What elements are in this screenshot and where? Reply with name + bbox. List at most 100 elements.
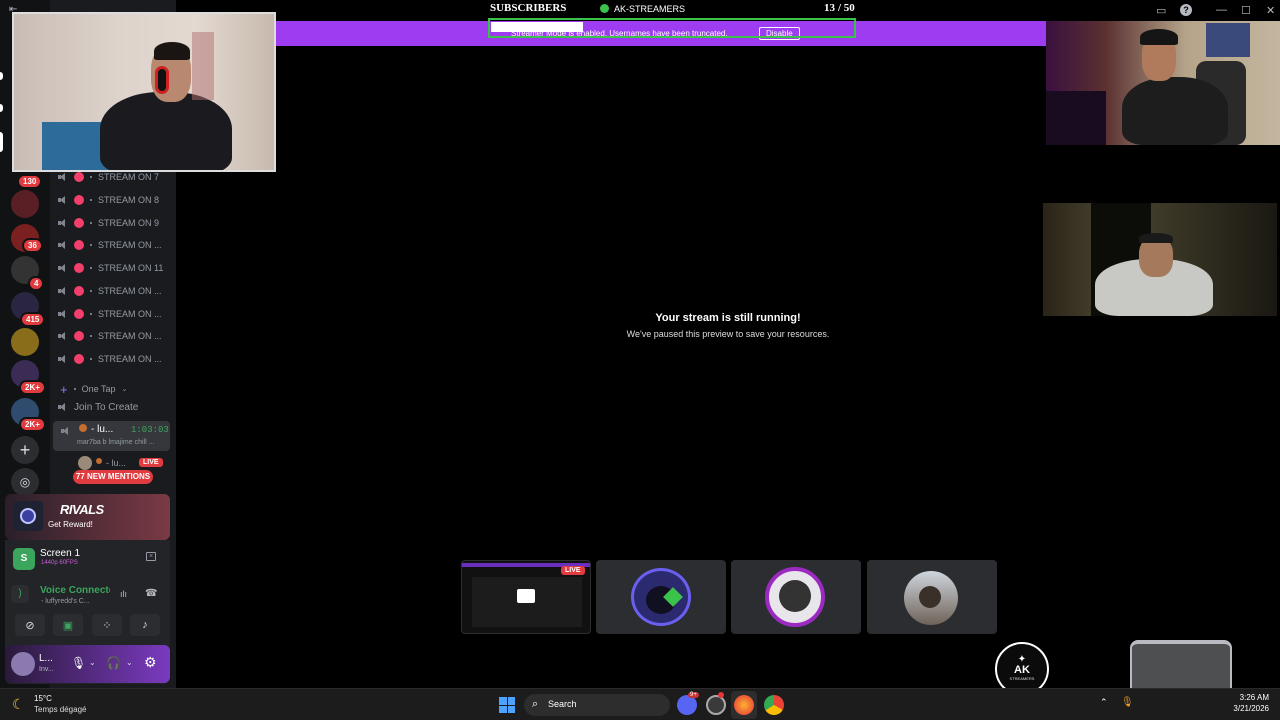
person-head — [1139, 237, 1173, 277]
live-dot-icon — [74, 286, 84, 296]
soundboard-button[interactable]: ♪ — [130, 614, 160, 636]
start-tile — [507, 705, 515, 713]
chevron-down-icon[interactable]: ⌄ — [126, 658, 133, 667]
app-icon[interactable] — [706, 695, 726, 715]
speaker-icon — [58, 240, 68, 250]
promo-card[interactable]: RIVALS Get Reward! — [5, 494, 170, 540]
channel-label: STREAM ON ... — [98, 240, 162, 250]
search-label: Search — [548, 699, 577, 709]
category-label: One Tap — [81, 384, 116, 394]
live-dot-icon — [74, 354, 84, 364]
voice-channel[interactable]: STREAM ON ... — [58, 305, 162, 323]
server-badge: 2K+ — [19, 417, 46, 432]
speaker-icon — [58, 172, 68, 182]
voice-channel-name[interactable]: - luffyredd's C... — [41, 598, 90, 605]
channel-name: AK-STREAMERS — [614, 4, 686, 14]
active-voice-channel[interactable]: - lu... 1:03:03 mar7ba b lmajime chill .… — [53, 421, 170, 451]
webcam-feed-streamer — [12, 12, 276, 172]
speaker-icon — [58, 263, 68, 273]
get-reward-link[interactable]: Get Reward! — [48, 520, 93, 529]
start-tile — [499, 705, 507, 713]
maximize-icon[interactable]: ☐ — [1241, 4, 1251, 17]
voice-channel-join[interactable]: Join To Create — [58, 398, 138, 416]
close-icon[interactable]: ✕ — [1266, 4, 1275, 17]
windows-start-icon[interactable] — [499, 697, 515, 713]
person-body — [100, 92, 232, 170]
speaker-icon — [58, 195, 68, 205]
discord-badge: 9+ — [688, 692, 699, 698]
discover-icon[interactable]: ◎ — [11, 468, 39, 496]
server-icon[interactable] — [11, 328, 39, 356]
microphone-in-use-icon[interactable]: 🎙 — [1121, 697, 1134, 708]
speaker-icon — [58, 402, 68, 412]
chevron-up-icon[interactable]: ⌃ — [1100, 697, 1108, 708]
server-icon[interactable] — [11, 190, 39, 218]
microphone-icon[interactable]: 🎙 — [71, 656, 86, 670]
moon-weather-icon: ☾ — [12, 696, 25, 712]
chrome-icon[interactable] — [764, 695, 784, 715]
wall-poster — [192, 32, 214, 100]
avatar[interactable] — [78, 456, 92, 470]
logo-subtext: STREAMERS — [1009, 676, 1035, 681]
minimize-icon[interactable]: — — [1216, 4, 1227, 16]
headphones-icon[interactable]: 🎧 — [106, 656, 121, 670]
wall-poster — [1206, 23, 1250, 57]
live-dot-icon — [74, 172, 84, 182]
participant-tile[interactable] — [596, 560, 726, 634]
subscribers-label: SUBSCRIBERS — [490, 2, 567, 14]
screen-share-button[interactable]: ▣ — [53, 614, 83, 636]
participant-tile[interactable] — [731, 560, 861, 634]
separator-dot — [90, 176, 92, 178]
screen-share-icon: S — [13, 548, 35, 570]
help-icon[interactable]: ? — [1180, 4, 1192, 16]
voice-channel[interactable]: STREAM ON ... — [58, 236, 162, 254]
channel-label: STREAM ON 7 — [98, 172, 160, 182]
soundboard-icon: ♪ — [142, 619, 148, 631]
participant-tile-stream[interactable]: LIVE — [461, 560, 591, 634]
start-tile — [499, 697, 507, 705]
clock-time[interactable]: 3:26 AM — [1235, 693, 1269, 702]
person-hair — [1139, 233, 1173, 243]
category-one-tap[interactable]: + One Tap ⌄ — [60, 380, 127, 398]
voice-channel[interactable]: STREAM ON 9 — [58, 214, 159, 232]
voice-channel[interactable]: STREAM ON ... — [58, 282, 162, 300]
activities-button[interactable]: ⁘ — [92, 614, 122, 636]
taskbar-search[interactable]: ⌕ Search — [524, 694, 670, 716]
start-tile — [507, 697, 515, 705]
weather-condition[interactable]: Temps dégagé — [34, 705, 86, 714]
add-server-icon[interactable]: + — [11, 436, 39, 464]
separator-dot — [90, 199, 92, 201]
chevron-down-icon[interactable]: ⌄ — [89, 658, 96, 667]
voice-channel[interactable]: STREAM ON 8 — [58, 191, 159, 209]
medal-icon — [96, 458, 102, 464]
monitor-icon — [517, 589, 535, 603]
stop-share-icon[interactable]: × — [146, 552, 156, 561]
voice-channel[interactable]: STREAM ON 11 — [58, 259, 163, 277]
clock-date[interactable]: 3/21/2026 — [1226, 704, 1269, 713]
settings-gear-icon[interactable]: ⚙ — [144, 654, 157, 671]
separator-dot — [73, 388, 76, 390]
plus-icon: + — [60, 381, 68, 397]
webcam-feed-guest-1 — [1046, 21, 1280, 145]
participant-tile[interactable] — [867, 560, 997, 634]
discord-icon[interactable] — [677, 695, 697, 715]
avatar-face — [779, 580, 811, 612]
disconnect-icon[interactable]: ☎ — [145, 588, 157, 599]
user-status: Inv... — [39, 666, 54, 673]
logo-text: AK — [1014, 664, 1030, 676]
firefox-icon[interactable] — [734, 695, 754, 715]
noise-suppression-icon[interactable]: ılı — [120, 589, 127, 599]
stream-quality: 1440p 60FPS — [41, 560, 78, 566]
new-mentions-button[interactable]: 77 NEW MENTIONS — [73, 470, 153, 484]
signal-icon[interactable]: ) — [11, 585, 29, 603]
search-icon: ⌕ — [532, 698, 539, 710]
voice-channel[interactable]: STREAM ON ... — [58, 327, 162, 345]
voice-channel[interactable]: STREAM ON ... — [58, 350, 162, 368]
back-arrow-icon[interactable]: ⇤ — [9, 4, 17, 15]
cast-icon[interactable]: ▭ — [1156, 4, 1166, 17]
separator-dot — [90, 290, 92, 292]
live-dot-icon — [74, 195, 84, 205]
camera-off-button[interactable]: ⊘ — [15, 614, 45, 636]
unread-pill — [0, 104, 3, 112]
avatar[interactable] — [11, 652, 35, 676]
